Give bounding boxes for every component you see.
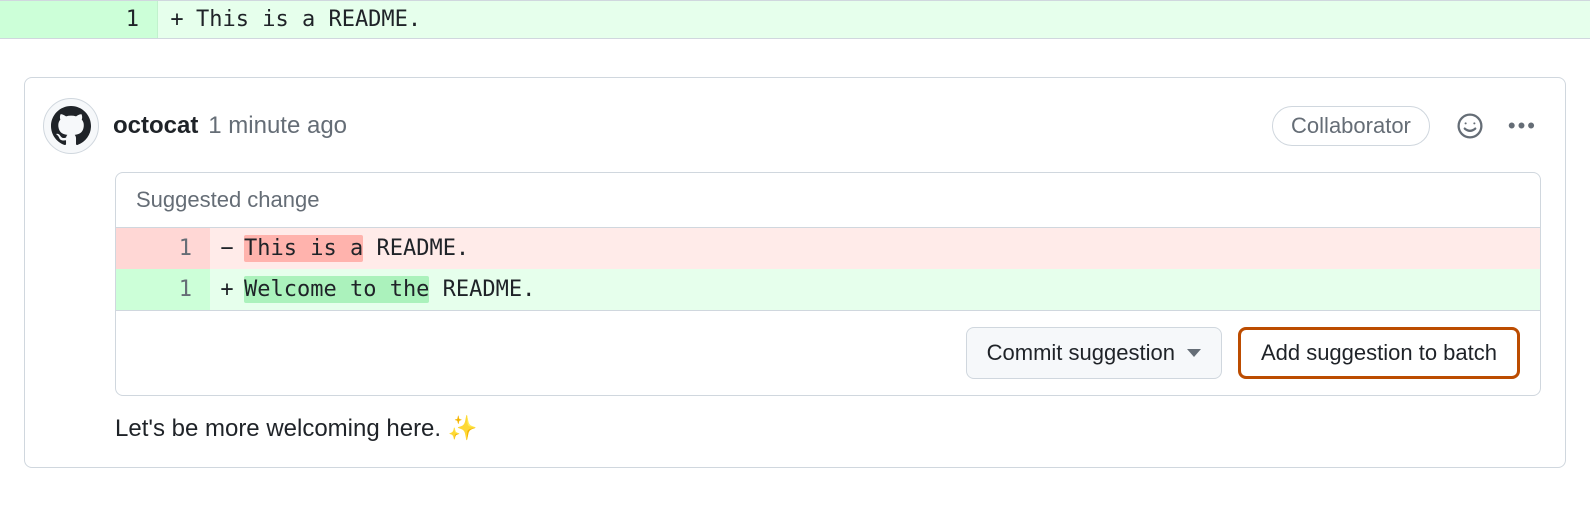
- line-number: 1: [0, 1, 158, 38]
- add-to-batch-label: Add suggestion to batch: [1261, 340, 1497, 366]
- review-comment-card: octocat 1 minute ago Collaborator ••• Su…: [24, 77, 1566, 468]
- kebab-icon: •••: [1508, 113, 1537, 138]
- suggestion-header: Suggested change: [116, 173, 1540, 228]
- suggested-change-box: Suggested change 1 − This is a README. 1…: [115, 172, 1541, 396]
- comment-text: Let's be more welcoming here.: [115, 415, 448, 442]
- add-reaction-button[interactable]: [1454, 110, 1486, 142]
- author-username[interactable]: octocat: [113, 112, 198, 139]
- diff-added-content: Welcome to the README.: [244, 269, 1540, 310]
- diff-added-rest: README.: [429, 277, 535, 302]
- diff-marker-add: +: [210, 269, 244, 310]
- octocat-icon: [51, 106, 91, 146]
- add-suggestion-to-batch-button[interactable]: Add suggestion to batch: [1238, 327, 1520, 379]
- comment-meta: octocat 1 minute ago: [113, 112, 1258, 140]
- diff-removed-rest: README.: [363, 236, 469, 261]
- diff-removed-highlight: This is a: [244, 235, 363, 262]
- comment-header: octocat 1 minute ago Collaborator •••: [25, 78, 1565, 172]
- line-number: 1: [116, 269, 210, 310]
- role-badge: Collaborator: [1272, 106, 1430, 146]
- top-diff-row: 1 + This is a README.: [0, 0, 1590, 39]
- commit-suggestion-button[interactable]: Commit suggestion: [966, 327, 1222, 379]
- suggestion-actions: Commit suggestion Add suggestion to batc…: [116, 310, 1540, 395]
- comment-timestamp[interactable]: 1 minute ago: [208, 112, 347, 139]
- chevron-down-icon: [1187, 349, 1201, 357]
- diff-removed-content: This is a README.: [244, 228, 1540, 269]
- smiley-icon: [1456, 112, 1484, 140]
- diff-marker-remove: −: [210, 228, 244, 269]
- sparkles-emoji: ✨: [448, 415, 478, 442]
- commit-suggestion-label: Commit suggestion: [987, 340, 1175, 366]
- diff-added-line: 1 + Welcome to the README.: [116, 269, 1540, 310]
- diff-marker-add: +: [158, 1, 196, 38]
- diff-removed-line: 1 − This is a README.: [116, 228, 1540, 269]
- avatar[interactable]: [43, 98, 99, 154]
- diff-added-highlight: Welcome to the: [244, 276, 429, 303]
- more-actions-button[interactable]: •••: [1508, 113, 1537, 139]
- comment-body: Let's be more welcoming here. ✨: [25, 414, 1565, 467]
- diff-content: This is a README.: [196, 1, 1590, 38]
- line-number: 1: [116, 228, 210, 269]
